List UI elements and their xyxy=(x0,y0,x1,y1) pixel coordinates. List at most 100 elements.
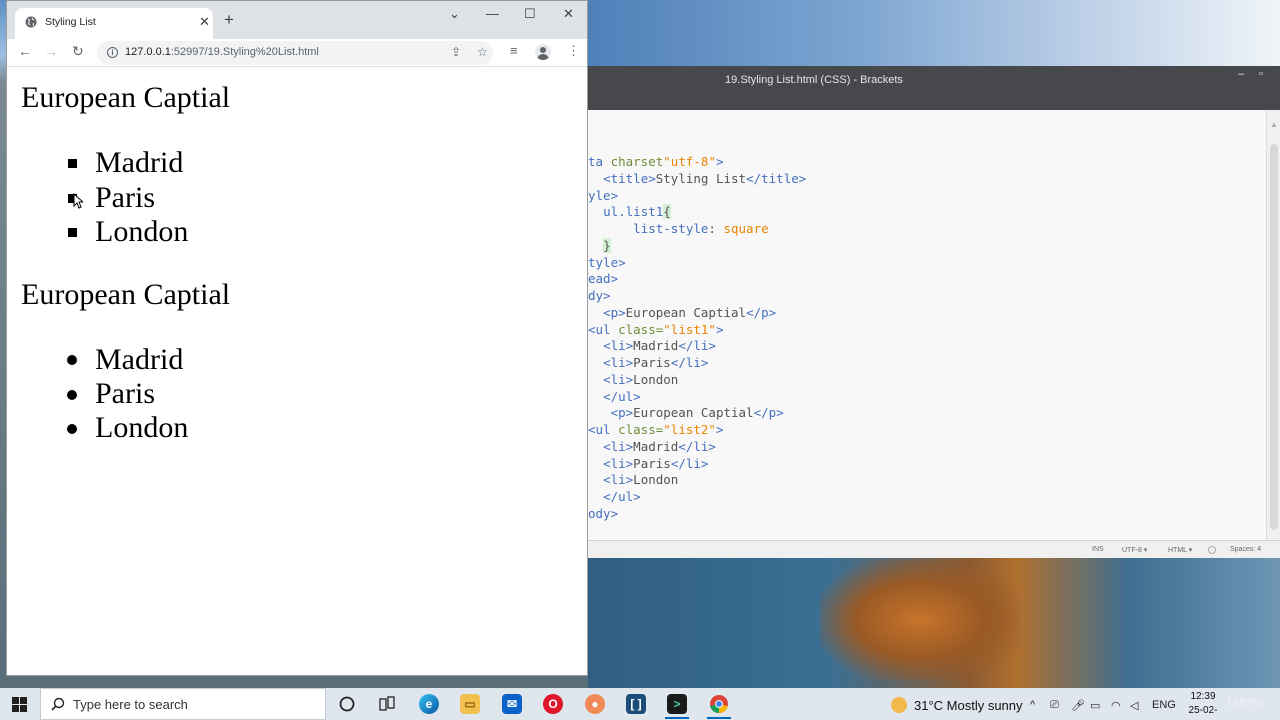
code-line: <p>European Captial</p> xyxy=(610,405,784,421)
back-button[interactable]: ← xyxy=(18,43,32,59)
status-spaces[interactable]: Spaces: 4 xyxy=(1230,546,1261,553)
code-line: ody> xyxy=(588,505,619,521)
profile-icon[interactable] xyxy=(535,44,551,60)
tray-caret-icon[interactable]: ^ xyxy=(1030,699,1035,711)
browser-window: Styling List ✕ + ⌄ — ☐ ✕ ← → ↻ i 127.0.0… xyxy=(6,0,588,676)
wallpaper-sky xyxy=(588,0,1280,66)
linter-status-icon[interactable] xyxy=(1208,546,1216,554)
tab-search-icon[interactable]: ⌄ xyxy=(449,6,460,22)
list-item: London xyxy=(95,215,189,248)
status-encoding[interactable]: UTF-8 ▾ xyxy=(1122,546,1147,554)
forward-button[interactable]: → xyxy=(44,43,58,59)
tab-strip: Styling List ✕ + ⌄ — ☐ ✕ xyxy=(7,1,587,39)
square-bullet xyxy=(68,228,77,237)
code-line: ta charset"utf-8"> xyxy=(588,154,724,169)
code-line: <li>Madrid</li> xyxy=(603,338,716,354)
info-icon[interactable]: i xyxy=(107,47,118,58)
chrome-icon[interactable] xyxy=(709,694,729,714)
code-line: <ul class="list1"> xyxy=(588,321,724,337)
brackets-maximize-button[interactable]: ▫ xyxy=(1259,68,1263,80)
new-tab-button[interactable]: + xyxy=(224,11,234,28)
brackets-window: 19.Styling List.html (CSS) - Brackets – … xyxy=(588,66,1280,558)
close-window-button[interactable]: ✕ xyxy=(563,6,574,22)
mouse-cursor-icon xyxy=(73,193,83,209)
brackets-minimize-button[interactable]: – xyxy=(1238,68,1244,80)
editor-scrollbar[interactable]: ▲ xyxy=(1266,110,1280,540)
code-line: <li>Paris</li> xyxy=(603,355,709,370)
code-line: </ul> xyxy=(603,489,641,504)
edge-icon[interactable]: e xyxy=(419,694,439,714)
meet-now-icon[interactable]: ⎚ xyxy=(1050,699,1059,712)
code-line: <li>Paris</li> xyxy=(603,455,709,471)
tab-styling-list[interactable]: Styling List ✕ xyxy=(15,8,213,39)
weather-sun-icon[interactable] xyxy=(891,697,907,713)
voice-recorder-icon[interactable]: ● xyxy=(585,694,605,714)
menu-icon[interactable]: ⋮ xyxy=(567,43,580,59)
code-line: <ul class="list2"> xyxy=(588,422,724,437)
reload-button[interactable]: ↻ xyxy=(72,43,84,60)
scrollbar-thumb[interactable] xyxy=(1270,144,1278,530)
list-item: Madrid xyxy=(95,343,184,376)
code-content[interactable]: ta charset"utf-8"> <title>Styling List</… xyxy=(588,110,806,523)
globe-icon xyxy=(25,16,37,28)
brackets-window-title: 19.Styling List.html (CSS) - Brackets xyxy=(725,74,903,86)
task-view-icon[interactable] xyxy=(377,694,397,714)
code-line: ul.list1{ xyxy=(603,204,671,220)
section-heading: European Captial xyxy=(21,81,231,114)
media-icon[interactable]: ≡ xyxy=(510,43,518,58)
minimize-button[interactable]: — xyxy=(486,6,499,21)
volume-icon[interactable]: ◁ xyxy=(1130,699,1138,712)
disc-bullet xyxy=(67,390,77,400)
file-explorer-icon[interactable]: ▭ xyxy=(460,694,480,714)
status-language[interactable]: HTML ▾ xyxy=(1168,546,1192,554)
windows-start-icon[interactable] xyxy=(12,697,27,712)
language-indicator[interactable]: ENG xyxy=(1152,699,1176,711)
maximize-button[interactable]: ☐ xyxy=(524,6,536,22)
status-mode[interactable]: INS xyxy=(1092,546,1104,553)
clock-date: 25-02-2022 xyxy=(1188,705,1218,720)
clock-time: 12:39 xyxy=(1190,691,1216,702)
page-content: European Captial Madrid Paris London Eur… xyxy=(7,67,587,675)
search-icon xyxy=(51,697,65,711)
taskbar-search[interactable]: Type here to search xyxy=(40,688,326,720)
disc-bullet xyxy=(67,355,77,365)
tab-close-icon[interactable]: ✕ xyxy=(199,14,210,30)
list-item: Paris xyxy=(95,377,155,410)
star-icon[interactable]: ☆ xyxy=(477,45,488,59)
url-text[interactable]: 127.0.0.1:52997/19.Styling%20List.html xyxy=(125,46,319,58)
disc-bullet xyxy=(67,424,77,434)
code-line: <title>Styling List</title> xyxy=(603,170,807,186)
clock[interactable]: 12:39 25-02-2022 xyxy=(1178,690,1228,720)
wifi-icon[interactable]: ◠ xyxy=(1111,699,1121,712)
cortana-icon[interactable] xyxy=(337,694,357,714)
code-line: yle> xyxy=(588,187,619,203)
brackets-titlebar: 19.Styling List.html (CSS) - Brackets – … xyxy=(588,66,1280,110)
code-line: <p>European Captial</p> xyxy=(603,304,777,320)
code-line: ead> xyxy=(588,271,619,287)
address-bar[interactable]: i 127.0.0.1:52997/19.Styling%20List.html… xyxy=(97,41,493,65)
code-line: list-style: square xyxy=(633,221,769,236)
wallpaper-reflection xyxy=(820,560,1020,680)
taskbar: Type here to search e ▭ ✉ O ● [ ] > xyxy=(0,688,1280,720)
code-line: } xyxy=(603,237,611,253)
microphone-icon[interactable]: 🎤︎ xyxy=(1071,699,1085,712)
tab-title: Styling List xyxy=(45,16,96,28)
code-line: dy> xyxy=(588,288,611,303)
terminal-icon[interactable]: > xyxy=(667,694,687,714)
mail-icon[interactable]: ✉ xyxy=(502,694,522,714)
code-line: <li>London xyxy=(603,371,679,387)
code-line: </ul> xyxy=(603,388,641,404)
section-heading: European Captial xyxy=(21,278,231,311)
opera-icon[interactable]: O xyxy=(543,694,563,714)
list-item: Madrid xyxy=(95,146,184,179)
code-line: <li>Madrid</li> xyxy=(603,438,716,454)
share-icon[interactable]: ⇪ xyxy=(451,45,461,59)
scroll-up-icon[interactable]: ▲ xyxy=(1270,120,1278,129)
search-placeholder: Type here to search xyxy=(73,697,188,712)
battery-icon[interactable]: ▭ xyxy=(1090,699,1100,712)
code-line: tyle> xyxy=(588,254,626,270)
brackets-icon[interactable]: [ ] xyxy=(626,694,646,714)
editor-status-bar: INS UTF-8 ▾ HTML ▾ Spaces: 4 xyxy=(588,540,1280,558)
browser-toolbar: ← → ↻ i 127.0.0.1:52997/19.Styling%20Lis… xyxy=(7,39,587,67)
weather-text[interactable]: 31°C Mostly sunny xyxy=(914,698,1023,713)
